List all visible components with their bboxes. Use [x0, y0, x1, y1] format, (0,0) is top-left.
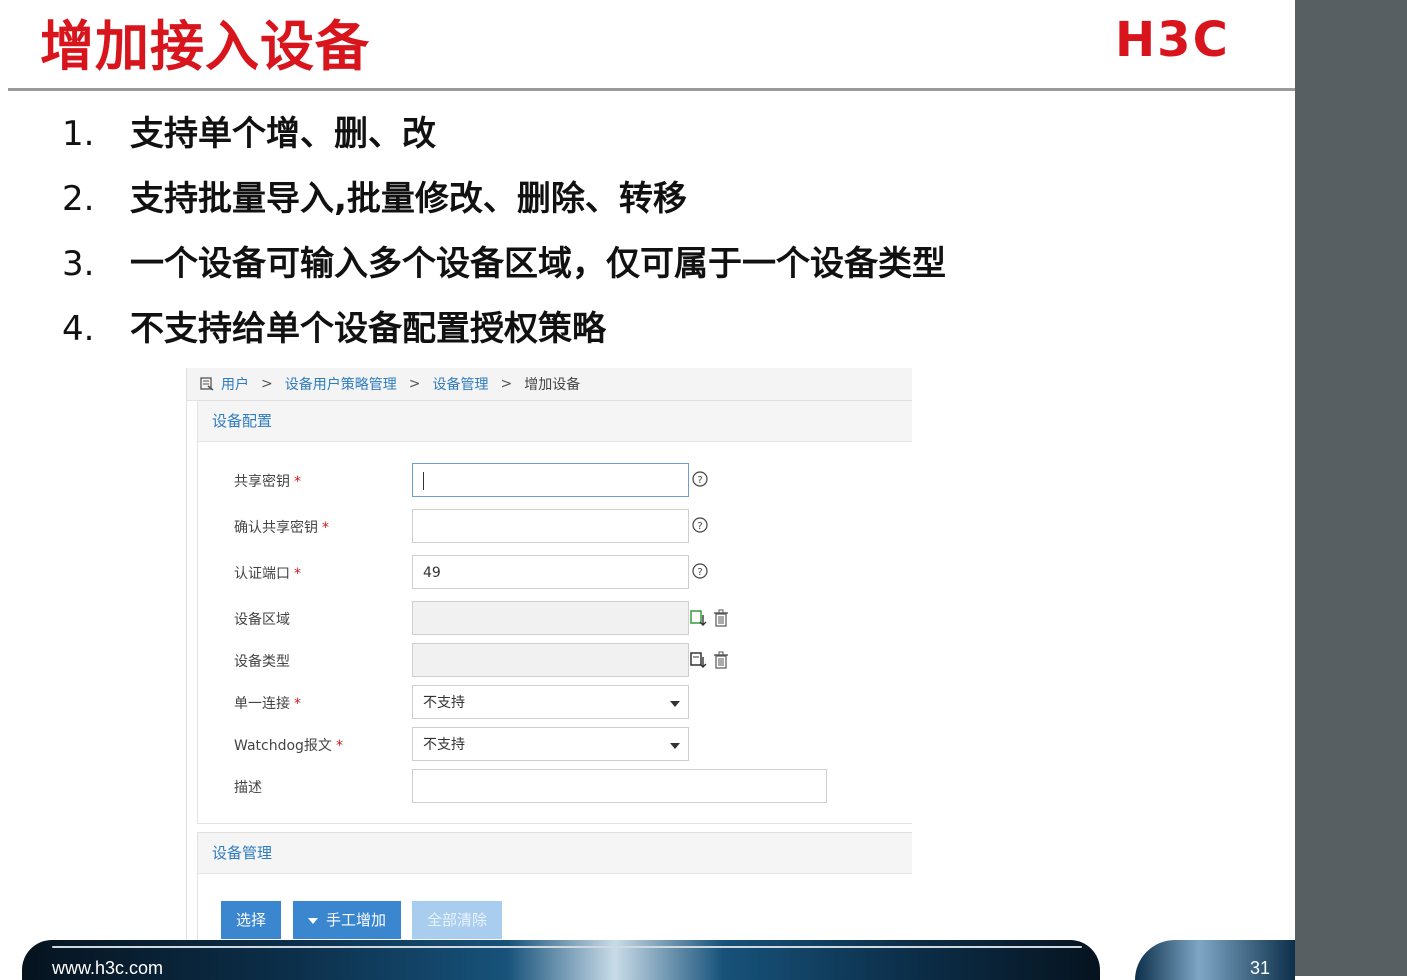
svg-text:?: ? [697, 521, 702, 532]
device-area-row: 设备区域 [198, 601, 912, 637]
watchdog-row: Watchdog报文 * 不支持 [198, 727, 912, 763]
shared-key-row: 共享密钥 * ? [198, 463, 912, 499]
device-type-row: 设备类型 [198, 643, 912, 679]
confirm-key-label: 确认共享密钥 [234, 520, 318, 536]
help-icon[interactable]: ? [692, 517, 708, 533]
help-icon[interactable]: ? [692, 563, 708, 579]
device-type-input [412, 643, 689, 677]
breadcrumb-device-user-policy[interactable]: 设备用户策略管理 [285, 374, 397, 394]
single-connect-value: 不支持 [423, 695, 465, 711]
watchdog-value: 不支持 [423, 737, 465, 753]
shared-key-label: 共享密钥 [234, 474, 290, 490]
svg-text:?: ? [697, 475, 702, 486]
dropdown-arrow-icon [670, 743, 680, 749]
help-icon[interactable]: ? [692, 471, 708, 487]
select-button[interactable]: 选择 [221, 901, 281, 939]
breadcrumb-separator: > [261, 376, 273, 392]
breadcrumb-user[interactable]: 用户 [221, 374, 249, 394]
bullet-item: 1. 支持单个增、删、改 [62, 114, 436, 154]
slide-title: 增加接入设备 [40, 15, 370, 78]
svg-text:?: ? [697, 567, 702, 578]
watchdog-label: Watchdog报文 [234, 738, 332, 754]
watchdog-select[interactable]: 不支持 [412, 727, 689, 761]
select-area-icon[interactable] [690, 609, 708, 627]
footer-banner [22, 940, 1100, 980]
required-mark: * [294, 696, 301, 712]
clear-all-button[interactable]: 全部清除 [412, 901, 502, 939]
breadcrumb: 用户 > 设备用户策略管理 > 设备管理 > 增加设备 [187, 368, 912, 401]
bullet-item: 2. 支持批量导入,批量修改、删除、转移 [62, 179, 687, 219]
text-caret [423, 472, 424, 490]
required-mark: * [294, 566, 301, 582]
device-mgmt-header: 设备管理 [198, 833, 912, 874]
delete-icon[interactable] [713, 609, 729, 627]
h3c-logo: H3C [1115, 14, 1230, 62]
bullet-item: 3. 一个设备可输入多个设备区域，仅可属于一个设备类型 [62, 244, 946, 284]
auth-port-label: 认证端口 [234, 566, 290, 582]
breadcrumb-device-mgmt[interactable]: 设备管理 [432, 374, 488, 394]
required-mark: * [335, 738, 343, 754]
device-area-input [412, 601, 689, 635]
side-band [1295, 0, 1407, 976]
dropdown-arrow-icon [670, 701, 680, 707]
single-connect-row: 单一连接 * 不支持 [198, 685, 912, 721]
confirm-key-row: 确认共享密钥 * ? [198, 509, 912, 545]
breadcrumb-separator: > [500, 376, 513, 392]
single-connect-label: 单一连接 [234, 696, 290, 712]
description-label: 描述 [234, 780, 262, 796]
caret-down-icon [307, 917, 318, 924]
title-divider [8, 88, 1295, 91]
required-mark: * [294, 474, 301, 490]
svg-text:H3C: H3C [1115, 14, 1230, 62]
auth-port-input[interactable]: 49 [412, 555, 689, 589]
auth-port-row: 认证端口 * 49 ? [198, 555, 912, 591]
device-config-header: 设备配置 [198, 401, 912, 442]
breadcrumb-current: 增加设备 [524, 377, 581, 393]
manual-add-button[interactable]: 手工增加 [293, 901, 401, 939]
single-connect-select[interactable]: 不支持 [412, 685, 689, 719]
footer-banner-right [1135, 940, 1295, 980]
bullet-list: 1. 支持单个增、删、改 2. 支持批量导入,批量修改、删除、转移 3. 一个设备可输… [62, 110, 946, 370]
description-input[interactable] [412, 769, 827, 803]
delete-icon[interactable] [713, 651, 729, 669]
breadcrumb-separator: > [408, 376, 421, 392]
bullet-item: 4. 不支持给单个设备配置授权策略 [62, 309, 606, 349]
device-area-label: 设备区域 [234, 612, 290, 628]
select-type-icon[interactable] [690, 651, 708, 669]
required-mark: * [322, 520, 329, 536]
device-type-label: 设备类型 [234, 654, 290, 670]
shared-key-input[interactable] [412, 463, 689, 497]
page-icon [200, 377, 214, 391]
device-config-panel: 设备配置 共享密钥 * ? 确认共享密钥 * ? 认证端口 * 49 ? 设备区域 设… [197, 400, 912, 824]
confirm-key-input[interactable] [412, 509, 689, 543]
description-row: 描述 [198, 769, 912, 805]
add-device-screenshot: 用户 > 设备用户策略管理 > 设备管理 > 增加设备 设备配置 共享密钥 * ?… [186, 368, 912, 943]
